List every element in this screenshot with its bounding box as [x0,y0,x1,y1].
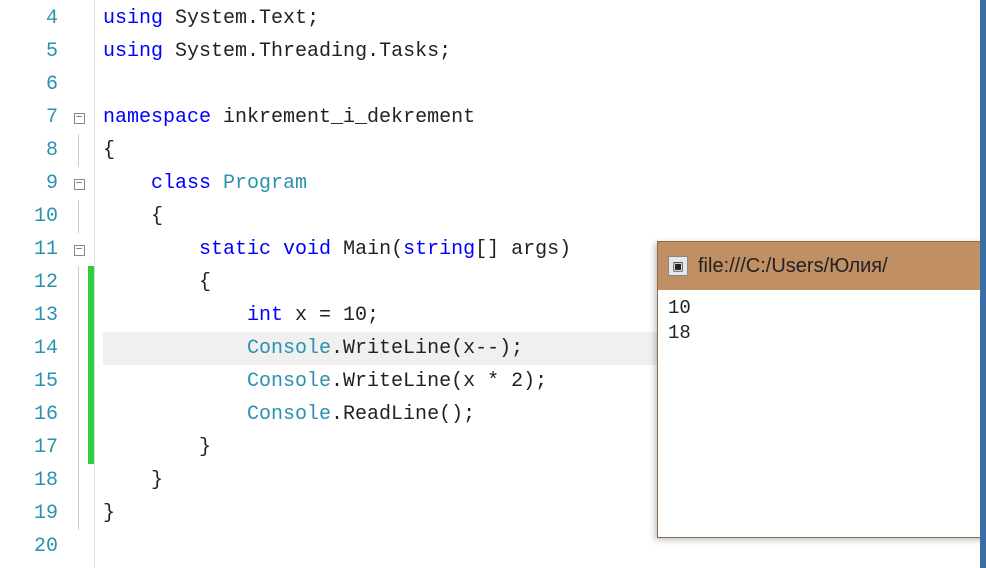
line-number: 11 [0,233,70,266]
token-pln: .ReadLine(); [331,403,475,426]
token-kw: int [247,304,283,327]
line-number: 9 [0,167,70,200]
fold-cell [70,398,88,431]
token-pln: Tasks [379,40,439,63]
fold-cell [70,68,88,101]
line-number: 4 [0,2,70,35]
code-line[interactable]: class Program [103,167,986,200]
token-kw: void [283,238,331,261]
window-border [980,0,986,568]
fold-cell[interactable]: − [70,233,88,266]
token-pln [103,304,247,327]
token-pln [211,172,223,195]
token-pln [271,238,283,261]
token-pln: System [163,7,247,30]
token-pln: .WriteLine(x--); [331,337,523,360]
token-pln: System [163,40,247,63]
console-output-line: 10 [668,296,975,321]
token-pln [103,172,151,195]
token-pln: [] args) [475,238,571,261]
token-pln: Threading [259,40,367,63]
line-number: 17 [0,431,70,464]
fold-cell [70,431,88,464]
line-number: 10 [0,200,70,233]
line-number: 13 [0,299,70,332]
console-output: 1018 [658,290,985,537]
token-pln [103,403,247,426]
token-pln: x = 10; [283,304,379,327]
token-typ: Console [247,403,331,426]
fold-cell [70,134,88,167]
fold-toggle-icon[interactable]: − [74,179,85,190]
line-number-gutter: 4567891011121314151617181920 [0,0,70,568]
console-output-line: 18 [668,321,975,346]
token-pln [103,238,199,261]
line-number: 5 [0,35,70,68]
token-pln [103,370,247,393]
token-kw: class [151,172,211,195]
line-number: 8 [0,134,70,167]
token-pln: . [247,7,259,30]
console-title: file:///C:/Users/Юлия/ [698,255,888,278]
line-number: 20 [0,530,70,563]
line-number: 7 [0,101,70,134]
fold-cell[interactable]: − [70,167,88,200]
fold-cell [70,464,88,497]
console-window[interactable]: ▣ file:///C:/Users/Юлия/ 1018 [657,241,986,538]
line-number: 6 [0,68,70,101]
fold-cell [70,299,88,332]
line-number: 18 [0,464,70,497]
token-pln: . [367,40,379,63]
token-pln: Main( [331,238,403,261]
console-titlebar[interactable]: ▣ file:///C:/Users/Юлия/ [658,242,985,290]
token-kw: using [103,40,163,63]
token-pln: } [103,436,211,459]
line-number: 12 [0,266,70,299]
fold-cell[interactable]: − [70,101,88,134]
code-line[interactable]: using System.Threading.Tasks; [103,35,986,68]
token-pln [103,337,247,360]
token-typ: Console [247,370,331,393]
fold-cell [70,200,88,233]
code-line[interactable]: { [103,200,986,233]
code-line[interactable]: using System.Text; [103,2,986,35]
token-kw: string [403,238,475,261]
token-pln: { [103,205,163,228]
line-number: 14 [0,332,70,365]
fold-cell [70,332,88,365]
console-app-icon: ▣ [668,256,688,276]
token-cls: Program [223,172,307,195]
fold-cell [70,2,88,35]
code-line[interactable] [103,68,986,101]
token-kw: using [103,7,163,30]
token-pln: { [103,271,211,294]
fold-cell [70,35,88,68]
fold-toggle-icon[interactable]: − [74,245,85,256]
token-pln: ; [307,7,319,30]
token-pln: } [103,502,115,525]
fold-cell [70,530,88,563]
token-pln: inkrement_i_dekrement [211,106,475,129]
token-pln: { [103,139,115,162]
token-pln: } [103,469,163,492]
code-line[interactable]: namespace inkrement_i_dekrement [103,101,986,134]
token-pln: ; [439,40,451,63]
token-pln: .WriteLine(x * 2); [331,370,547,393]
token-kw: namespace [103,106,211,129]
fold-cell [70,497,88,530]
line-number: 19 [0,497,70,530]
line-number: 16 [0,398,70,431]
code-line[interactable]: { [103,134,986,167]
token-typ: Console [247,337,331,360]
line-number: 15 [0,365,70,398]
token-pln: . [247,40,259,63]
fold-cell [70,266,88,299]
fold-column[interactable]: − − − [70,0,88,568]
fold-toggle-icon[interactable]: − [74,113,85,124]
fold-cell [70,365,88,398]
token-pln: Text [259,7,307,30]
token-kw: static [199,238,271,261]
